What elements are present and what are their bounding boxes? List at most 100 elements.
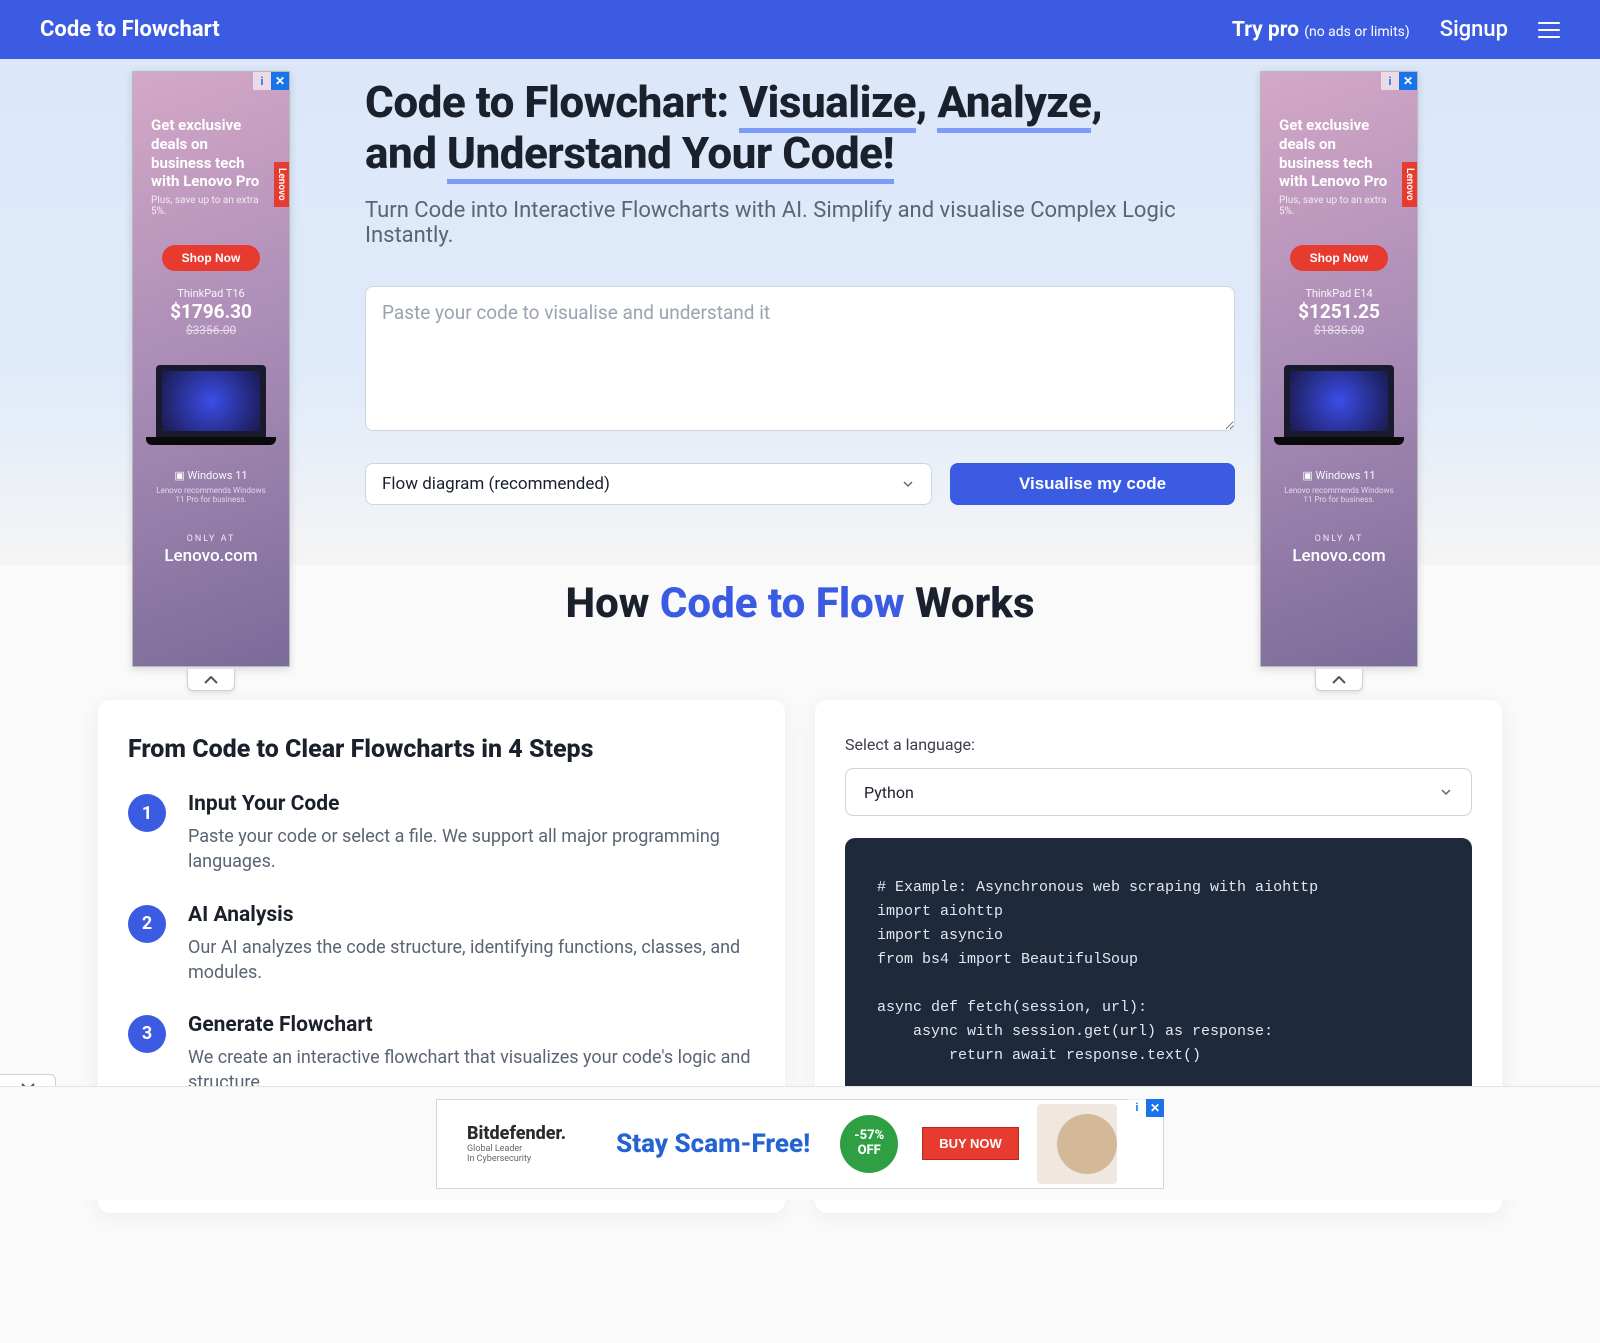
ad-info-icon[interactable]: i — [253, 72, 271, 90]
visualise-button[interactable]: Visualise my code — [950, 463, 1235, 505]
ad-fineprint: Lenovo recommends Windows 11 Pro for bus… — [151, 486, 271, 504]
step-2: 2 AI Analysis Our AI analyzes the code s… — [128, 903, 755, 985]
ad-model: ThinkPad E14 — [1279, 287, 1399, 300]
ad-deal-badge: -57% OFF — [840, 1115, 898, 1173]
ad-price: $1251.25 — [1279, 300, 1399, 323]
ad-close-icon[interactable]: ✕ — [1146, 1099, 1164, 1117]
logo[interactable]: Code to Flowchart — [40, 17, 220, 42]
chevron-down-icon — [901, 477, 915, 491]
ad-content: Get exclusive deals on business tech wit… — [133, 72, 289, 566]
ad-badge: i ✕ — [253, 72, 289, 90]
lenovo-tab: Lenovo — [274, 162, 289, 207]
steps-card-title: From Code to Clear Flowcharts in 4 Steps — [128, 735, 755, 764]
title-underline-2: Analyze — [937, 76, 1091, 133]
ad-shop-button[interactable]: Shop Now — [162, 245, 261, 271]
ad-oldprice: $1835.00 — [1279, 323, 1399, 337]
ad-windows-badge: ▣ Windows 11 — [151, 469, 271, 482]
ad-windows-badge: ▣ Windows 11 — [1279, 469, 1399, 482]
ad-brand-sub2: In Cybersecurity — [467, 1154, 566, 1164]
ad-close-icon[interactable]: ✕ — [271, 72, 289, 90]
how-title-accent: Code to Flow — [660, 579, 905, 628]
hero-section: i ✕ Lenovo Get exclusive deals on busine… — [0, 59, 1600, 565]
ad-badge: i ✕ — [1128, 1099, 1164, 1117]
title-underline-3: Understand Your Code! — [447, 127, 894, 184]
language-label: Select a language: — [845, 735, 1472, 754]
ad-fineprint: Lenovo recommends Windows 11 Pro for bus… — [1279, 486, 1399, 504]
chevron-down-icon — [1439, 785, 1453, 799]
title-sep: , — [916, 76, 937, 128]
ad-model: ThinkPad T16 — [151, 287, 271, 300]
page-title: Code to Flowchart: Visualize, Analyze, a… — [365, 77, 1235, 178]
code-input[interactable] — [365, 286, 1235, 431]
how-title-post: Works — [904, 579, 1034, 628]
title-sep: , — [1091, 76, 1102, 128]
menu-icon[interactable] — [1538, 22, 1560, 38]
ad-only-at: ONLY AT — [1279, 534, 1399, 544]
language-select[interactable]: Python — [845, 768, 1472, 816]
ad-brand-name: Bitdefender. — [467, 1123, 566, 1144]
hero-content: Code to Flowchart: Visualize, Analyze, a… — [365, 59, 1235, 505]
ad-laptop-image — [156, 365, 266, 437]
ad-offer: Plus, save up to an extra 5%. — [1279, 195, 1399, 217]
ad-info-icon[interactable]: i — [1381, 72, 1399, 90]
side-ad-left[interactable]: i ✕ Lenovo Get exclusive deals on busine… — [132, 71, 290, 667]
select-value: Flow diagram (recommended) — [382, 474, 610, 494]
try-pro-subtext: (no ads or limits) — [1304, 24, 1410, 40]
diagram-type-select[interactable]: Flow diagram (recommended) — [365, 463, 932, 505]
step-content: Generate Flowchart We create an interact… — [188, 1013, 755, 1095]
step-desc: Our AI analyzes the code structure, iden… — [188, 935, 755, 985]
ad-oldprice: $3356.00 — [151, 323, 271, 337]
step-number: 2 — [128, 905, 166, 943]
step-content: AI Analysis Our AI analyzes the code str… — [188, 903, 755, 985]
step-3: 3 Generate Flowchart We create an intera… — [128, 1013, 755, 1095]
title-prefix: Code to Flowchart: — [365, 76, 739, 128]
bottom-ad[interactable]: i ✕ Bitdefender. Global Leader In Cybers… — [436, 1099, 1164, 1189]
chevron-down-icon — [204, 676, 218, 684]
step-content: Input Your Code Paste your code or selec… — [188, 792, 755, 874]
step-number: 1 — [128, 794, 166, 832]
ad-offer: Plus, save up to an extra 5%. — [151, 195, 271, 217]
header-nav: Try pro (no ads or limits) Signup — [1232, 17, 1560, 42]
language-value: Python — [864, 783, 914, 802]
try-pro-link[interactable]: Try pro (no ads or limits) — [1232, 18, 1410, 42]
title-underline-1: Visualize — [739, 76, 916, 133]
step-title: Generate Flowchart — [188, 1013, 755, 1037]
ad-only-at: ONLY AT — [151, 534, 271, 544]
deal-percent: -57% — [854, 1129, 884, 1143]
ad-content: Get exclusive deals on business tech wit… — [1261, 72, 1417, 566]
ad-close-icon[interactable]: ✕ — [1399, 72, 1417, 90]
ad-info-icon[interactable]: i — [1128, 1099, 1146, 1117]
step-title: Input Your Code — [188, 792, 755, 816]
bitdefender-logo: Bitdefender. Global Leader In Cybersecur… — [467, 1123, 566, 1164]
step-desc: Paste your code or select a file. We sup… — [188, 824, 755, 874]
how-title-pre: How — [565, 579, 659, 628]
ad-brand: Lenovo.com — [151, 546, 271, 566]
bottom-ad-bar: i ✕ Bitdefender. Global Leader In Cybers… — [0, 1086, 1600, 1200]
step-number: 3 — [128, 1015, 166, 1053]
ad-price: $1796.30 — [151, 300, 271, 323]
try-pro-text: Try pro — [1232, 18, 1299, 42]
deal-off: OFF — [858, 1144, 881, 1158]
ad-title: Get exclusive deals on business tech wit… — [1279, 116, 1399, 191]
ad-brand: Lenovo.com — [1279, 546, 1399, 566]
ad-brand-sub1: Global Leader — [467, 1144, 566, 1154]
ad-headline: Stay Scam-Free! — [616, 1129, 810, 1159]
ad-shop-button[interactable]: Shop Now — [1290, 245, 1389, 271]
header: Code to Flowchart Try pro (no ads or lim… — [0, 0, 1600, 59]
ad-collapse-button[interactable] — [187, 669, 235, 691]
step-title: AI Analysis — [188, 903, 755, 927]
chevron-down-icon — [1332, 676, 1346, 684]
side-ad-right[interactable]: i ✕ Lenovo Get exclusive deals on busine… — [1260, 71, 1418, 667]
lenovo-tab: Lenovo — [1402, 162, 1417, 207]
buy-now-button[interactable]: BUY NOW — [922, 1127, 1019, 1160]
ad-laptop-image — [1284, 365, 1394, 437]
signup-link[interactable]: Signup — [1440, 17, 1508, 42]
step-1: 1 Input Your Code Paste your code or sel… — [128, 792, 755, 874]
subtitle: Turn Code into Interactive Flowcharts wi… — [365, 198, 1235, 248]
ad-collapse-button[interactable] — [1315, 669, 1363, 691]
title-line2: and — [365, 127, 447, 179]
ad-badge: i ✕ — [1381, 72, 1417, 90]
ad-title: Get exclusive deals on business tech wit… — [151, 116, 271, 191]
ad-image — [1037, 1104, 1117, 1184]
controls-row: Flow diagram (recommended) Visualise my … — [365, 463, 1235, 505]
